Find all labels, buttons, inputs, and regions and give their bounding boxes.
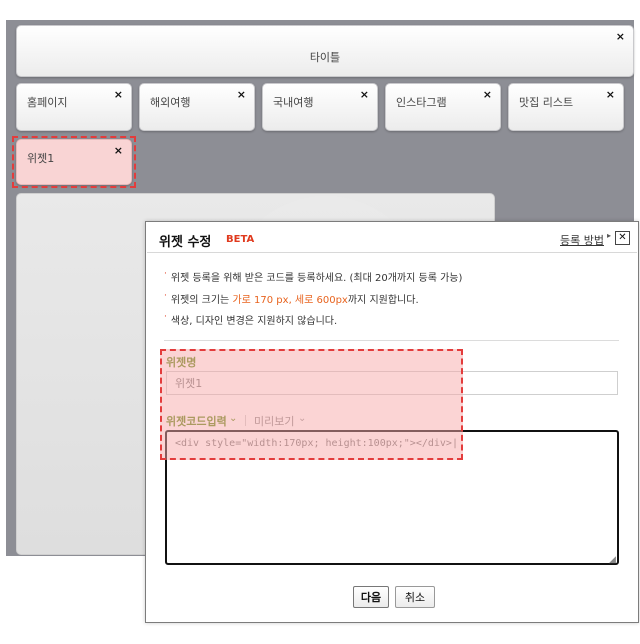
next-button[interactable]: 다음 xyxy=(353,586,389,608)
cancel-button[interactable]: 취소 xyxy=(395,586,435,608)
tab-close-icon[interactable]: × xyxy=(114,88,123,101)
title-tile-close-icon[interactable]: × xyxy=(616,30,625,43)
note-text: 까지 지원합니다. xyxy=(347,295,419,306)
tab-homepage[interactable]: 홈페이지 × xyxy=(16,83,132,131)
note-text: 위젯 등록을 위해 받은 코드를 등록하세요. (최대 20개까지 등록 가능) xyxy=(170,273,463,284)
tab-domestic-travel[interactable]: 국내여행 × xyxy=(262,83,378,131)
tab-code-input[interactable]: 위젯코드입력 xyxy=(166,413,227,429)
bullet-icon: · xyxy=(164,269,167,279)
divider xyxy=(164,340,619,341)
title-tile[interactable]: 타이틀 × xyxy=(16,25,634,77)
note-accent-width: 가로 170 px xyxy=(232,295,289,306)
bullet-icon: · xyxy=(164,312,167,322)
widget-tile-highlight xyxy=(12,136,136,188)
bullet-icon: · xyxy=(164,291,167,301)
tab-close-icon[interactable]: × xyxy=(360,88,369,101)
note-text: 색상, 디자인 변경은 지원하지 않습니다. xyxy=(170,316,338,327)
help-arrow-icon: ▸ xyxy=(606,231,611,240)
note-text: 위젯의 크기는 xyxy=(170,295,233,306)
close-icon[interactable]: ✕ xyxy=(615,231,630,245)
title-tile-label: 타이틀 xyxy=(309,51,341,64)
tab-label: 홈페이지 xyxy=(27,96,68,109)
note-accent-height: 세로 600px xyxy=(294,295,348,306)
help-link[interactable]: 등록 방법 xyxy=(560,232,604,248)
tab-label: 맛집 리스트 xyxy=(519,96,574,109)
tab-preview[interactable]: 미리보기 xyxy=(254,413,294,429)
blog-layout-editor: 타이틀 × 홈페이지 × 해외여행 × 국내여행 × 인스타그램 × 맛집 리스… xyxy=(0,0,640,644)
chevron-down-icon: ⌄ xyxy=(298,413,307,424)
tab-close-icon[interactable]: × xyxy=(606,88,615,101)
dialog-title: 위젯 수정 xyxy=(159,235,212,250)
widget-edit-dialog: 위젯 수정 BETA 등록 방법 ▸ ✕ · 위젯 등록을 위해 받은 코드를 등… xyxy=(145,221,639,623)
tab-label: 국내여행 xyxy=(273,96,314,109)
note-2: · 위젯의 크기는 가로 170 px, 세로 600px까지 지원합니다. xyxy=(164,291,419,306)
tab-instagram[interactable]: 인스타그램 × xyxy=(385,83,501,131)
tab-close-icon[interactable]: × xyxy=(237,88,246,101)
tab-label: 인스타그램 xyxy=(396,96,447,109)
tab-restaurant-list[interactable]: 맛집 리스트 × xyxy=(508,83,624,131)
note-1: · 위젯 등록을 위해 받은 코드를 등록하세요. (최대 20개까지 등록 가능… xyxy=(164,269,462,284)
chevron-down-icon: ⌄ xyxy=(229,413,238,424)
tab-close-icon[interactable]: × xyxy=(483,88,492,101)
divider xyxy=(147,252,637,253)
widget-name-label: 위젯명 xyxy=(166,356,197,369)
widget-code-textarea[interactable]: <div style="width:170px; height:100px;">… xyxy=(165,430,619,565)
tab-overseas-travel[interactable]: 해외여행 × xyxy=(139,83,255,131)
resize-grip-icon[interactable]: ◢ xyxy=(609,555,616,565)
note-3: · 색상, 디자인 변경은 지원하지 않습니다. xyxy=(164,312,337,327)
tab-label: 해외여행 xyxy=(150,96,191,109)
widget-name-input[interactable] xyxy=(166,371,618,395)
beta-badge: BETA xyxy=(226,234,255,245)
tab-separator xyxy=(245,415,246,426)
